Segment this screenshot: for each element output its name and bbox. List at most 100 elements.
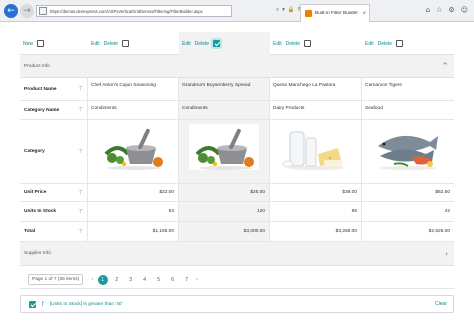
unit-price-row: Unit Price ⊤ $22.00 $25.00 $38.00 $62.50: [20, 184, 454, 202]
band-label: Product Info: [24, 63, 50, 69]
delete-link[interactable]: Delete: [104, 41, 118, 47]
address-bar[interactable]: https://demos.devexpress.com/ASPxVertica…: [36, 5, 232, 17]
total-row: Total ⊤ $1,166.00 $3,000.00 $3,268.00 $2…: [20, 222, 454, 242]
edit-link[interactable]: Edit: [365, 41, 374, 47]
page-button[interactable]: 2: [112, 275, 122, 285]
filter-icon[interactable]: ⊤: [79, 190, 83, 196]
row-header[interactable]: Category Name ⊤: [20, 101, 88, 119]
data-cell[interactable]: Queso Manchego La Pastora: [270, 78, 362, 100]
prev-page-icon[interactable]: ‹: [91, 276, 93, 283]
collapse-chevron-icon[interactable]: ^: [442, 62, 448, 70]
data-cell[interactable]: Seafood: [362, 101, 454, 119]
page-summary: Page 1 of 7 (25 items): [28, 274, 84, 285]
data-cell[interactable]: $3,000.00: [179, 222, 270, 241]
delete-link[interactable]: Delete: [286, 41, 300, 47]
seafood-picture: [378, 135, 438, 170]
data-cell[interactable]: 42: [362, 202, 454, 221]
forward-button[interactable]: →: [20, 4, 34, 18]
filter-expression-link[interactable]: [Units In Stock] is greater than '40': [50, 302, 123, 307]
select-all-checkbox[interactable]: [37, 40, 45, 47]
browser-tab[interactable]: Built-in Filter Builder - DevE... ×: [300, 4, 370, 22]
page-button[interactable]: 7: [182, 275, 192, 285]
home-icon[interactable]: ⌂: [426, 6, 430, 14]
filter-icon[interactable]: ⊤: [79, 229, 83, 235]
row-header[interactable]: Units In Stock ⊤: [20, 202, 88, 221]
record-1-commands: Edit Delete: [88, 32, 179, 55]
new-link[interactable]: New: [23, 41, 33, 47]
page-button[interactable]: 4: [140, 275, 150, 285]
clear-filter-link[interactable]: Clear: [435, 301, 447, 307]
data-cell[interactable]: 120: [179, 202, 270, 221]
dropdown-icon[interactable]: ▾: [282, 7, 285, 14]
data-cell[interactable]: Carnarvon Tigers: [362, 78, 454, 100]
data-cell[interactable]: $2,625.00: [362, 222, 454, 241]
data-cell[interactable]: $22.00: [88, 184, 179, 201]
row-label: Category: [24, 149, 45, 154]
data-cell[interactable]: Condiments: [88, 101, 179, 119]
edit-link[interactable]: Edit: [273, 41, 282, 47]
smiley-feedback-icon[interactable]: ☺: [461, 6, 468, 14]
filter-function-icon[interactable]: ƒ: [42, 301, 44, 307]
browser-toolbar: ← → https://demos.devexpress.com/ASPxVer…: [0, 0, 474, 22]
close-tab-icon[interactable]: ×: [362, 11, 366, 17]
data-cell[interactable]: $38.00: [270, 184, 362, 201]
edit-link[interactable]: Edit: [91, 41, 100, 47]
page-button[interactable]: 3: [126, 275, 136, 285]
pager: Page 1 of 7 (25 items) ‹ 1 2 3 4 5 6 7 ›: [20, 271, 454, 289]
filter-enabled-checkbox[interactable]: [29, 300, 36, 308]
favorites-star-icon[interactable]: ☆: [436, 6, 442, 14]
expand-chevron-icon[interactable]: ›: [445, 250, 448, 258]
supplier-info-band[interactable]: Supplier Info ›: [20, 242, 454, 266]
dairy-products-picture: [282, 131, 344, 170]
address-tools: ⌕ ▾ 🔒 ↻: [276, 7, 302, 14]
row-label: Unit Price: [24, 190, 47, 195]
record-checkbox[interactable]: [396, 40, 404, 47]
tab-title: Built-in Filter Builder - DevE...: [315, 11, 359, 16]
command-row: New Edit Delete Edit Delete Edit Delete …: [20, 32, 454, 55]
settings-gear-icon[interactable]: ⚙: [448, 6, 454, 14]
filter-icon[interactable]: ⊤: [79, 86, 83, 92]
data-cell[interactable]: $62.50: [362, 184, 454, 201]
row-header[interactable]: Unit Price ⊤: [20, 184, 88, 201]
record-checkbox-checked[interactable]: [213, 40, 221, 47]
arrow-left-icon: ←: [7, 6, 15, 16]
page-button-current[interactable]: 1: [97, 274, 108, 285]
window-tools: ⌂ ☆ ⚙ ☺: [426, 6, 468, 14]
page-button[interactable]: 6: [168, 275, 178, 285]
back-button[interactable]: ←: [4, 4, 18, 18]
record-2-commands: Edit Delete: [179, 32, 270, 55]
record-checkbox[interactable]: [304, 40, 312, 47]
row-header[interactable]: Total ⊤: [20, 222, 88, 241]
delete-link[interactable]: Delete: [378, 41, 392, 47]
data-cell[interactable]: Grandma's Boysenberry Spread: [179, 78, 270, 100]
record-3-commands: Edit Delete: [270, 32, 362, 55]
data-cell[interactable]: $1,166.00: [88, 222, 179, 241]
data-cell[interactable]: 53: [88, 202, 179, 221]
data-cell[interactable]: $3,268.00: [270, 222, 362, 241]
data-cell[interactable]: 86: [270, 202, 362, 221]
filter-icon[interactable]: ⊤: [79, 107, 83, 113]
row-label: Units In Stock: [24, 209, 56, 214]
data-cell[interactable]: Condiments: [179, 101, 270, 119]
picture-cell: [88, 120, 179, 183]
page-button[interactable]: 5: [154, 275, 164, 285]
lock-icon: 🔒: [287, 7, 295, 13]
devexpress-favicon: [305, 10, 312, 17]
active-filter-icon[interactable]: ⊤: [79, 209, 83, 215]
edit-link[interactable]: Edit: [182, 41, 191, 47]
filter-icon[interactable]: ⊤: [79, 149, 83, 155]
data-cell[interactable]: Chef Anton's Cajun Seasoning: [88, 78, 179, 100]
data-cell[interactable]: Dairy Products: [270, 101, 362, 119]
row-header[interactable]: Category ⊤: [20, 120, 88, 183]
row-header[interactable]: Product Name ⊤: [20, 78, 88, 100]
next-page-icon[interactable]: ›: [196, 276, 198, 283]
record-checkbox[interactable]: [122, 40, 130, 47]
condiments-picture: [104, 128, 163, 170]
filter-bar: ƒ [Units In Stock] is greater than '40' …: [20, 295, 454, 313]
row-label: Category Name: [24, 107, 60, 113]
search-icon[interactable]: ⌕: [276, 7, 279, 14]
condiments-picture: [189, 124, 259, 170]
data-cell[interactable]: $25.00: [179, 184, 270, 201]
delete-link[interactable]: Delete: [195, 41, 209, 47]
product-info-band[interactable]: Product Info ^: [20, 55, 454, 78]
